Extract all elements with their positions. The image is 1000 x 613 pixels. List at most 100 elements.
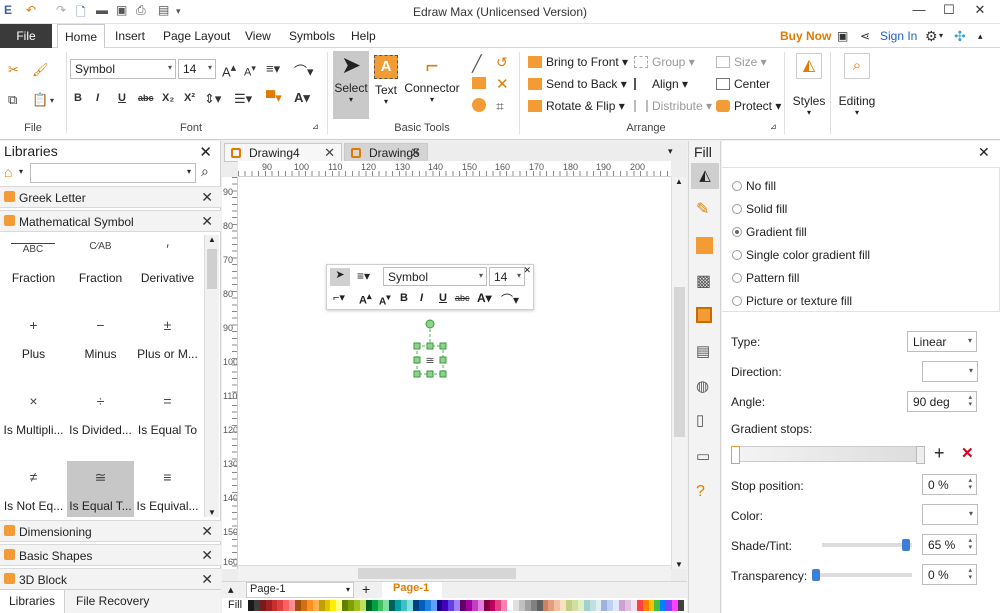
shape-minus[interactable]: − Minus (67, 309, 134, 385)
underline-icon[interactable]: U (118, 92, 126, 104)
shape-plus-or-minus[interactable]: ± Plus or M... (134, 309, 201, 385)
scroll-thumb[interactable] (358, 568, 516, 579)
scroll-down-icon[interactable]: ▼ (208, 508, 216, 517)
strikethrough-icon[interactable]: abc (455, 293, 470, 303)
send-to-back-button[interactable]: Send to Back ▾ (528, 77, 627, 91)
rotation-handle[interactable] (425, 319, 435, 329)
theme-icon[interactable]: ✣ (954, 24, 966, 48)
canvas-vertical-scrollbar[interactable]: ▲ ▼ (671, 177, 687, 569)
close-icon[interactable]: ✕ (201, 571, 213, 588)
tab-page-layout[interactable]: Page Layout (163, 24, 230, 48)
close-icon[interactable]: ✕ (201, 213, 213, 230)
library-section-dimensioning[interactable]: Dimensioning ✕ (0, 520, 221, 542)
maximize-button[interactable]: ☐ (935, 2, 963, 22)
transparency-slider-thumb[interactable] (812, 569, 820, 581)
pointer-icon[interactable]: ➤ (330, 268, 350, 286)
connector-icon[interactable]: ⌐▾ (333, 291, 345, 304)
shape-approximately-equal[interactable]: ≅ Is Equal T... (67, 461, 134, 517)
scroll-thumb[interactable] (207, 249, 217, 289)
superscript-icon[interactable]: X² (184, 92, 195, 104)
image-icon[interactable]: ▩ (696, 271, 711, 291)
sign-in-link[interactable]: Sign In (880, 24, 917, 48)
layers-icon[interactable] (696, 307, 712, 323)
shade-slider-thumb[interactable] (902, 539, 910, 551)
resize-handle[interactable] (439, 342, 447, 350)
library-section-3d-block[interactable]: 3D Block ✕ (0, 568, 221, 590)
resize-handle[interactable] (413, 342, 421, 350)
scroll-thumb[interactable] (674, 287, 685, 437)
align-text-icon[interactable]: ≡▾ (266, 61, 280, 77)
library-home-icon[interactable]: ⌂ (4, 164, 12, 180)
color-picker-select[interactable]: ▾ (922, 504, 978, 525)
tab-file-recovery[interactable]: File Recovery (76, 594, 149, 608)
font-size-select[interactable]: 14 ▾ (178, 59, 216, 79)
rotate-flip-button[interactable]: Rotate & Flip ▾ (528, 99, 625, 113)
protect-button[interactable]: Protect ▾ (716, 99, 781, 113)
gradient-fill-label[interactable]: Gradient fill (746, 225, 807, 239)
increase-font-icon[interactable]: A▴ (222, 61, 236, 79)
resize-handle[interactable] (426, 370, 434, 378)
radio-picture-fill[interactable] (732, 296, 742, 306)
stop-position-spinner[interactable]: 0 % ▴ ▾ (922, 474, 977, 495)
cut-icon[interactable]: ✂ (8, 62, 19, 78)
minimize-button[interactable]: — (905, 2, 933, 22)
shape-divide[interactable]: ÷ Is Divided... (67, 385, 134, 461)
strikethrough-icon[interactable]: abc (138, 93, 154, 103)
tab-home[interactable]: Home (57, 24, 106, 49)
help-icon[interactable]: ? (696, 483, 705, 501)
globe-icon[interactable]: ◍ (696, 377, 709, 395)
ribbon-collapse-icon[interactable]: ▴ (978, 24, 983, 48)
connector-tool-button[interactable]: ⌐ Connector ▾ (404, 51, 460, 104)
tab-libraries[interactable]: Libraries (0, 590, 65, 613)
decrease-font-icon[interactable]: A▾ (244, 63, 256, 79)
italic-icon[interactable]: I (96, 92, 99, 104)
resize-handle[interactable] (413, 370, 421, 378)
format-painter-icon[interactable]: 🖌 (32, 62, 49, 78)
resize-handle[interactable] (426, 342, 434, 350)
font-color-icon[interactable]: A▾ (477, 291, 492, 305)
close-panel-icon[interactable]: ✕ (978, 144, 990, 161)
shape-derivative[interactable]: ′ Derivative (134, 233, 201, 309)
tab-view[interactable]: View (245, 24, 271, 48)
fill-icon[interactable]: ◭ (691, 163, 719, 189)
gradient-stop-handle-start[interactable] (731, 446, 740, 464)
tab-drawing5[interactable]: Drawing5 ✕ (344, 143, 428, 162)
text-direction-icon[interactable]: ⌒▾ (294, 61, 314, 80)
ellipse-tool-icon[interactable] (472, 98, 486, 115)
remove-stop-icon[interactable]: ✕ (961, 444, 974, 462)
page-navigator-up-icon[interactable]: ▴ (228, 583, 234, 596)
bold-icon[interactable]: B (74, 92, 82, 104)
radio-no-fill[interactable] (732, 181, 742, 191)
shape-fraction[interactable]: ABC Fraction (0, 233, 67, 309)
styles-button[interactable]: ◭ Styles ▾ (790, 53, 828, 117)
radio-gradient-fill[interactable] (732, 227, 742, 237)
radio-solid-fill[interactable] (732, 204, 742, 214)
shade-slider[interactable] (822, 539, 912, 551)
single-color-gradient-label[interactable]: Single color gradient fill (746, 248, 870, 262)
close-icon[interactable]: ✕ (324, 145, 335, 161)
underline-icon[interactable]: U (439, 292, 447, 304)
copy-icon[interactable]: ⧉ (8, 92, 17, 108)
comment-icon[interactable]: ▭ (696, 447, 710, 465)
text-tool-button[interactable]: A Text ▾ (370, 51, 402, 106)
pattern-fill-label[interactable]: Pattern fill (746, 271, 799, 285)
paste-icon[interactable]: 📋 (32, 92, 48, 108)
library-scrollbar[interactable]: ▲ ▼ (204, 235, 219, 517)
search-icon[interactable]: ⌕ (201, 163, 209, 180)
gradient-stop-slider[interactable] (731, 446, 925, 464)
gradient-type-select[interactable]: Linear ▾ (907, 331, 977, 352)
share-icon[interactable]: ⋖ (860, 24, 870, 48)
select-tool-button[interactable]: ➤ Select ▾ (333, 51, 369, 119)
text-direction-icon[interactable]: ⌒▾ (501, 291, 519, 308)
color-swatch[interactable] (678, 600, 684, 611)
floating-font-select[interactable]: Symbol ▾ (383, 267, 487, 286)
resize-handle[interactable] (439, 370, 447, 378)
page-select[interactable]: Page-1 ▾ (246, 582, 354, 598)
canvas-horizontal-scrollbar[interactable] (238, 565, 671, 581)
picture-fill-label[interactable]: Picture or texture fill (746, 294, 852, 308)
shape-equivalent[interactable]: ≡ Is Equival... (134, 461, 201, 517)
increase-font-icon[interactable]: A▴ (359, 291, 372, 307)
arc-tool-icon[interactable]: ↺ (496, 54, 508, 71)
buy-now-link[interactable]: Buy Now (780, 24, 831, 48)
size-button[interactable]: Size ▾ (716, 55, 767, 69)
